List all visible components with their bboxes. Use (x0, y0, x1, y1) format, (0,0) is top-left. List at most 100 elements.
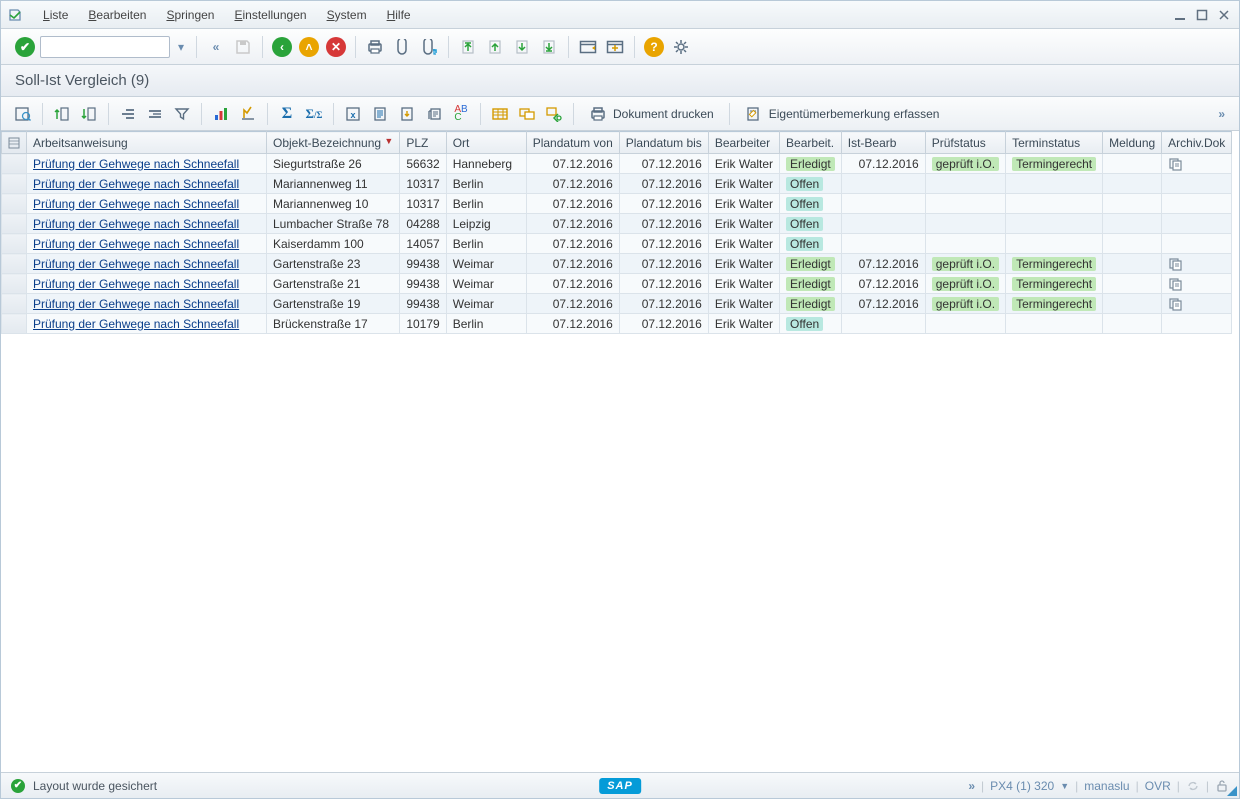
status-sync-icon[interactable] (1186, 779, 1200, 793)
export-excel-button[interactable]: x (341, 102, 365, 126)
status-overflow-icon[interactable]: » (968, 779, 975, 793)
instruction-link[interactable]: Prüfung der Gehwege nach Schneefall (33, 177, 239, 191)
row-selector[interactable] (2, 314, 27, 334)
toolbar-overflow-icon[interactable]: » (1214, 107, 1229, 121)
table-row[interactable]: Prüfung der Gehwege nach SchneefallGarte… (2, 254, 1232, 274)
table-row[interactable]: Prüfung der Gehwege nach SchneefallKaise… (2, 234, 1232, 254)
last-page-button[interactable] (537, 35, 561, 59)
menu-bearbeiten[interactable]: Bearbeiten (78, 4, 156, 26)
sort-desc-button[interactable] (77, 102, 101, 126)
sort-asc-button[interactable] (50, 102, 74, 126)
window-minimize-icon[interactable] (1171, 6, 1189, 24)
instruction-link[interactable]: Prüfung der Gehwege nach Schneefall (33, 197, 239, 211)
find-button[interactable] (390, 35, 414, 59)
layout-button[interactable] (236, 102, 260, 126)
table-row[interactable]: Prüfung der Gehwege nach SchneefallGarte… (2, 274, 1232, 294)
select-layout-button[interactable] (488, 102, 512, 126)
row-selector[interactable] (2, 234, 27, 254)
find-next-button[interactable] (417, 35, 441, 59)
print-button[interactable] (363, 35, 387, 59)
cell-objekt: Lumbacher Straße 78 (267, 214, 400, 234)
table-row[interactable]: Prüfung der Gehwege nach SchneefallMaria… (2, 194, 1232, 214)
mail-button[interactable] (422, 102, 446, 126)
menu-liste[interactable]: Liste (33, 4, 78, 26)
help-button[interactable]: ? (642, 35, 666, 59)
window-close-icon[interactable] (1215, 6, 1233, 24)
archive-doc-icon[interactable] (1168, 277, 1225, 291)
instruction-link[interactable]: Prüfung der Gehwege nach Schneefall (33, 157, 239, 171)
instruction-link[interactable]: Prüfung der Gehwege nach Schneefall (33, 217, 239, 231)
col-ort[interactable]: Ort (446, 132, 526, 154)
menu-springen[interactable]: Springen (156, 4, 224, 26)
col-objekt[interactable]: Objekt-Bezeichnung ▼ (267, 132, 400, 154)
archive-doc-icon[interactable] (1168, 157, 1225, 171)
change-layout-button[interactable] (515, 102, 539, 126)
back-circle-button[interactable]: ‹ (270, 35, 294, 59)
next-page-button[interactable] (510, 35, 534, 59)
subtotal-button[interactable] (143, 102, 167, 126)
instruction-link[interactable]: Prüfung der Gehwege nach Schneefall (33, 317, 239, 331)
command-history-dropdown[interactable]: ▾ (173, 35, 189, 59)
table-row[interactable]: Prüfung der Gehwege nach Schneefall Lumba… (2, 214, 1232, 234)
abc-analysis-button[interactable]: ABC (449, 102, 473, 126)
create-shortcut-button[interactable] (603, 35, 627, 59)
instruction-link[interactable]: Prüfung der Gehwege nach Schneefall (33, 297, 239, 311)
enter-button[interactable]: ✔ (13, 35, 37, 59)
cancel-circle-button[interactable]: ✕ (324, 35, 348, 59)
menu-hilfe[interactable]: Hilfe (377, 4, 421, 26)
row-selector[interactable] (2, 154, 27, 174)
menu-system[interactable]: System (317, 4, 377, 26)
instruction-link[interactable]: Prüfung der Gehwege nach Schneefall (33, 237, 239, 251)
col-arbeitsanw[interactable]: Arbeitsanweisung (27, 132, 267, 154)
back-button[interactable]: « (204, 35, 228, 59)
customize-layout-button[interactable] (669, 35, 693, 59)
prev-page-button[interactable] (483, 35, 507, 59)
col-plz[interactable]: PLZ (400, 132, 446, 154)
save-button[interactable] (231, 35, 255, 59)
subsum-button[interactable]: Σ/Σ (302, 102, 326, 126)
export-word-button[interactable] (368, 102, 392, 126)
instruction-link[interactable]: Prüfung der Gehwege nach Schneefall (33, 277, 239, 291)
sum-button[interactable]: Σ (275, 102, 299, 126)
col-meldung[interactable]: Meldung (1103, 132, 1162, 154)
app-menu-icon[interactable] (7, 7, 23, 23)
graphic-button[interactable] (209, 102, 233, 126)
total-button[interactable] (116, 102, 140, 126)
table-row[interactable]: Prüfung der Gehwege nach SchneefallBrück… (2, 314, 1232, 334)
row-selector[interactable] (2, 214, 27, 234)
row-selector[interactable] (2, 194, 27, 214)
new-session-button[interactable] (576, 35, 600, 59)
exit-circle-button[interactable]: ˄ (297, 35, 321, 59)
table-row[interactable]: Prüfung der Gehwege nach SchneefallSiegu… (2, 154, 1232, 174)
col-archiv[interactable]: Archiv.Dok (1162, 132, 1232, 154)
row-selector[interactable] (2, 294, 27, 314)
resize-grip-icon[interactable] (1227, 786, 1237, 796)
table-row[interactable]: Prüfung der Gehwege nach SchneefallMaria… (2, 174, 1232, 194)
table-row[interactable]: Prüfung der Gehwege nach SchneefallGarte… (2, 294, 1232, 314)
archive-doc-icon[interactable] (1168, 257, 1225, 271)
print-document-button[interactable]: Dokument drucken (581, 103, 722, 125)
col-pruef[interactable]: Prüfstatus (925, 132, 1005, 154)
row-selector[interactable] (2, 274, 27, 294)
col-pdbis[interactable]: Plandatum bis (619, 132, 708, 154)
command-field[interactable] (40, 36, 170, 58)
col-bearbeiter[interactable]: Bearbeiter (708, 132, 779, 154)
col-bearbeit[interactable]: Bearbeit. (780, 132, 842, 154)
select-all-header[interactable] (2, 132, 27, 154)
row-selector[interactable] (2, 174, 27, 194)
save-layout-button[interactable] (542, 102, 566, 126)
menu-einstellungen[interactable]: Einstellungen (224, 4, 316, 26)
col-istbearb[interactable]: Ist-Bearb (841, 132, 925, 154)
archive-doc-icon[interactable] (1168, 297, 1225, 311)
filter-button[interactable] (170, 102, 194, 126)
window-restore-icon[interactable] (1193, 6, 1211, 24)
export-local-button[interactable] (395, 102, 419, 126)
row-selector[interactable] (2, 254, 27, 274)
instruction-link[interactable]: Prüfung der Gehwege nach Schneefall (33, 257, 239, 271)
col-pdvon[interactable]: Plandatum von (526, 132, 619, 154)
status-system[interactable]: PX4 (1) 320 (990, 779, 1054, 793)
col-termin[interactable]: Terminstatus (1006, 132, 1103, 154)
owner-note-button[interactable]: Eigentümerbemerkung erfassen (737, 103, 948, 125)
first-page-button[interactable] (456, 35, 480, 59)
details-button[interactable] (11, 102, 35, 126)
